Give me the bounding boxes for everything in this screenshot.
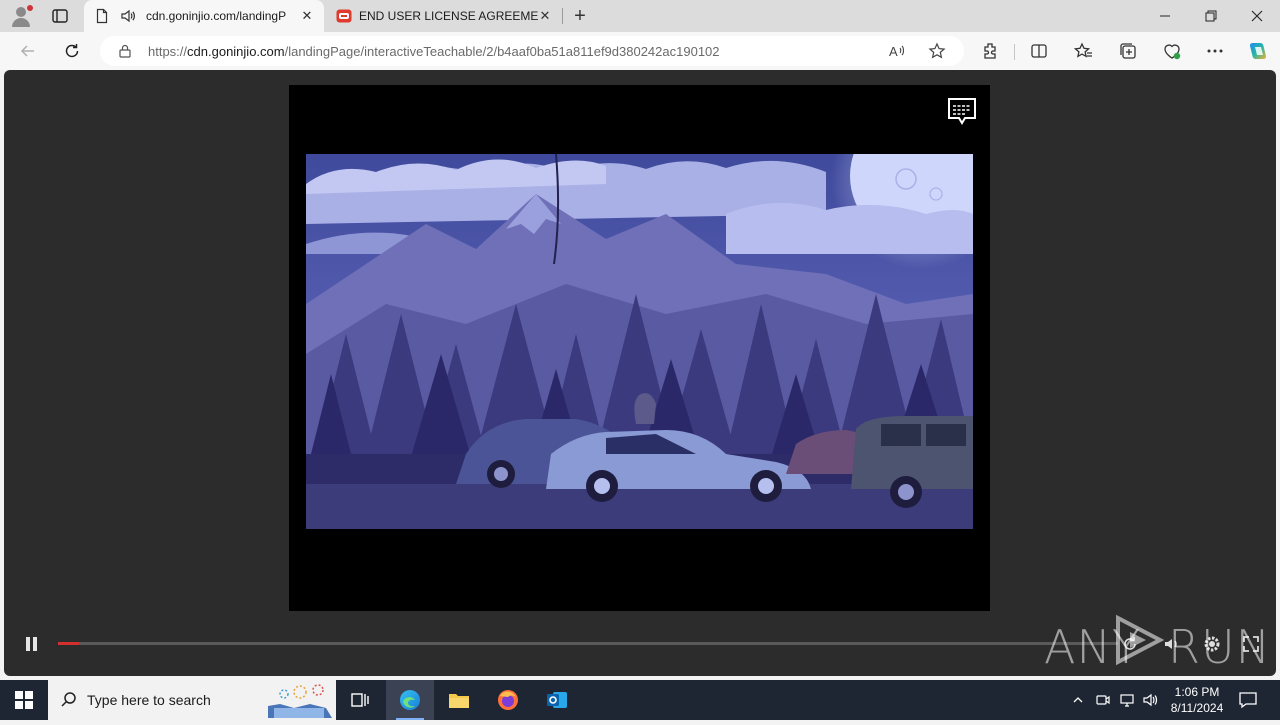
folder-icon	[449, 694, 469, 708]
firefox-button[interactable]	[484, 680, 532, 720]
lock-icon[interactable]	[118, 44, 132, 58]
svg-text:A: A	[889, 44, 898, 59]
search-placeholder: Type here to search	[87, 692, 211, 708]
windows-taskbar: Type here to search 1:06 PM 8/11/2024	[0, 680, 1280, 720]
clock-date: 8/11/2024	[1170, 701, 1224, 715]
tab-title: cdn.goninjio.com/landingP	[146, 9, 286, 23]
url-text[interactable]: https://cdn.goninjio.com/landingPage/int…	[148, 44, 720, 59]
address-bar[interactable]: https://cdn.goninjio.com/landingPage/int…	[100, 36, 964, 66]
app-favicon-icon	[336, 8, 352, 24]
toolbar-separator	[1014, 44, 1015, 60]
browser-essentials-icon[interactable]	[1162, 41, 1182, 61]
clock-time: 1:06 PM	[1174, 685, 1220, 699]
search-icon	[60, 691, 78, 709]
tab-strip: cdn.goninjio.com/landingP ✕ END USER LIC…	[0, 0, 1280, 32]
firefox-icon	[498, 690, 518, 710]
progress-fill	[58, 642, 80, 645]
page-viewport: ANY RUN	[4, 70, 1276, 676]
outlook-button[interactable]	[533, 680, 581, 720]
tab-separator	[562, 8, 563, 24]
tab-eula[interactable]: END USER LICENSE AGREEMENT ✕	[326, 0, 562, 32]
tab-goninjio[interactable]: cdn.goninjio.com/landingP ✕	[84, 0, 324, 32]
watermark-right-text: RUN	[1168, 620, 1272, 674]
windows-logo-icon	[15, 691, 33, 709]
copilot-icon[interactable]	[1247, 40, 1269, 62]
file-explorer-button[interactable]	[435, 680, 483, 720]
anyrun-watermark: ANY RUN	[1044, 608, 1270, 674]
outlook-icon	[547, 692, 567, 708]
meet-now-icon[interactable]	[1093, 690, 1113, 710]
captions-icon[interactable]	[946, 96, 978, 128]
video-player[interactable]	[289, 85, 990, 611]
video-frame	[306, 154, 973, 529]
pause-icon[interactable]	[26, 637, 38, 651]
progress-bar[interactable]	[58, 642, 1118, 645]
collections-icon[interactable]	[1118, 41, 1138, 61]
favorites-icon[interactable]	[1073, 41, 1093, 61]
refresh-button[interactable]	[60, 39, 84, 63]
profile-avatar-icon[interactable]	[10, 5, 33, 27]
speaker-icon[interactable]	[120, 8, 136, 24]
back-button[interactable]	[16, 39, 40, 63]
show-hidden-icons-icon[interactable]	[1068, 690, 1088, 710]
browser-toolbar: https://cdn.goninjio.com/landingPage/int…	[0, 32, 1280, 70]
page-icon	[94, 8, 110, 24]
more-options-icon[interactable]	[1205, 41, 1225, 61]
read-aloud-icon[interactable]: A	[888, 42, 906, 60]
close-tab-icon[interactable]: ✕	[538, 9, 552, 23]
favorite-star-icon[interactable]	[928, 42, 946, 60]
restore-button[interactable]	[1188, 0, 1234, 32]
search-highlight-icon	[260, 682, 336, 720]
tab-title: END USER LICENSE AGREEMENT	[359, 9, 539, 23]
edge-icon	[400, 690, 420, 710]
notification-center-icon[interactable]	[1236, 688, 1260, 712]
task-view-icon	[351, 693, 369, 707]
edge-taskbar-button[interactable]	[386, 680, 434, 720]
close-tab-icon[interactable]: ✕	[300, 9, 314, 23]
minimize-button[interactable]	[1142, 0, 1188, 32]
network-icon[interactable]	[1117, 690, 1137, 710]
play-logo-icon	[1116, 614, 1165, 666]
start-button[interactable]	[0, 680, 48, 720]
close-window-button[interactable]	[1234, 0, 1280, 32]
tab-actions-icon[interactable]	[50, 6, 70, 26]
new-tab-button[interactable]: +	[570, 6, 590, 26]
extensions-icon[interactable]	[981, 41, 1001, 61]
taskbar-search[interactable]: Type here to search	[48, 680, 336, 720]
system-clock[interactable]: 1:06 PM 8/11/2024	[1160, 684, 1234, 716]
split-screen-icon[interactable]	[1029, 41, 1049, 61]
task-view-button[interactable]	[336, 680, 384, 720]
volume-tray-icon[interactable]	[1140, 690, 1160, 710]
